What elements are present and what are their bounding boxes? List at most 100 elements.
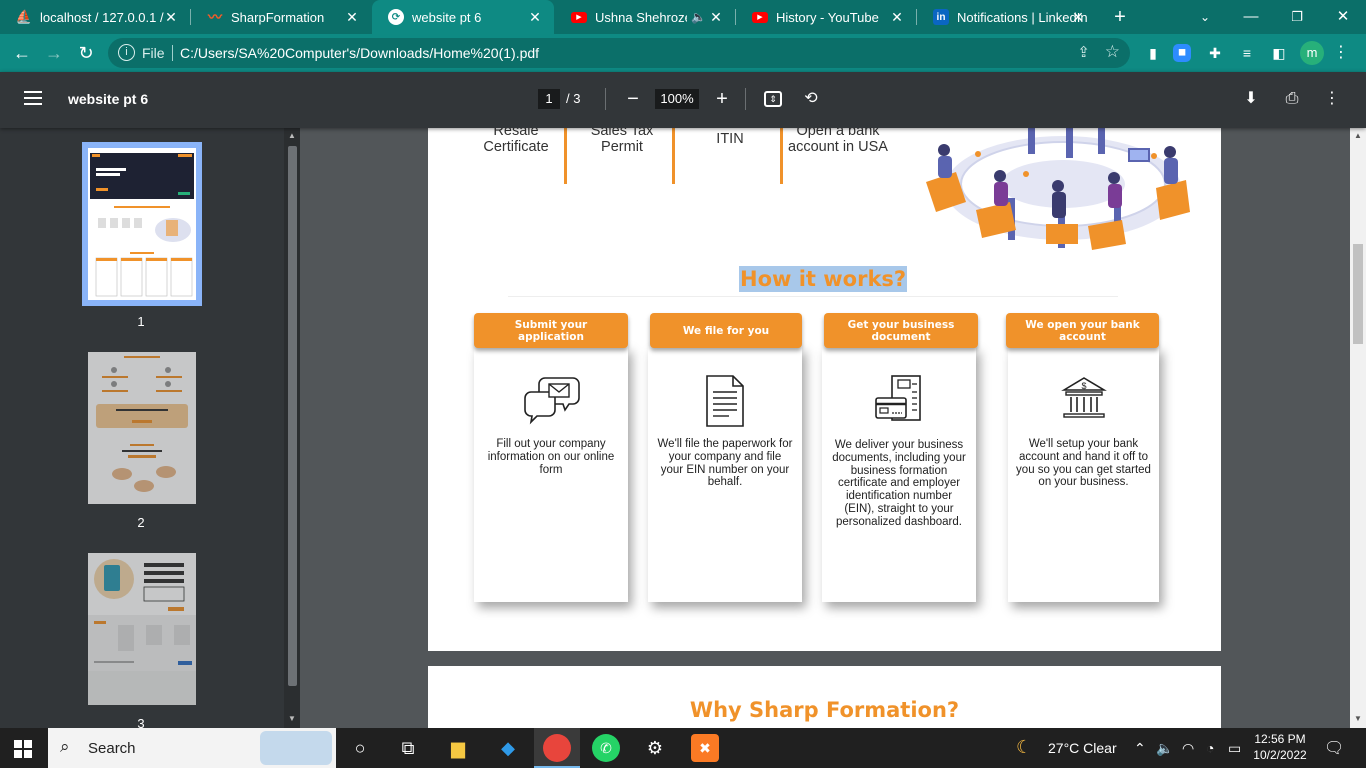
scroll-up-arrow-icon[interactable]: ▲ <box>1352 130 1364 142</box>
whatsapp-icon[interactable]: ✆ <box>592 734 620 762</box>
close-window-button[interactable]: ✕ <box>1320 0 1366 34</box>
clock-time: 12:56 PM <box>1254 732 1306 746</box>
clock-date: 10/2/2022 <box>1253 748 1307 762</box>
pdf-toolbar: website pt 6 1 / 3 − 100% + ⇕ ⟲ ⬇ ⎙ ⋮ <box>0 72 1366 128</box>
close-tab-icon[interactable]: ✕ <box>888 8 906 26</box>
scroll-down-arrow-icon[interactable]: ▼ <box>286 713 298 725</box>
restore-button[interactable]: ❐ <box>1274 0 1320 34</box>
scroll-up-arrow-icon[interactable]: ▲ <box>286 130 298 142</box>
xampp-icon[interactable]: ✖ <box>691 734 719 762</box>
address-bar[interactable]: i File C:/Users/SA%20Computer's/Download… <box>108 38 1130 68</box>
thumbnail-label: 2 <box>137 515 145 530</box>
document-scrollbar[interactable]: ▲ ▼ <box>1350 128 1366 728</box>
chrome-menu-icon[interactable]: ⋮ <box>1330 42 1352 64</box>
close-tab-icon[interactable]: ✕ <box>707 8 725 26</box>
chat-envelope-icon <box>474 374 628 430</box>
chrome-icon[interactable] <box>543 734 571 762</box>
sharpformation-icon: 〰 <box>208 9 222 25</box>
scroll-down-arrow-icon[interactable]: ▼ <box>1352 713 1364 725</box>
reading-list-icon[interactable]: ≡ <box>1236 42 1258 64</box>
back-button[interactable]: ← <box>8 39 36 67</box>
print-icon[interactable]: ⎙ <box>1281 88 1303 110</box>
browser-tab[interactable]: ⛵ localhost / 127.0.0.1 / ✕ <box>0 0 190 34</box>
weather-moon-icon[interactable]: ☾ <box>1016 737 1032 758</box>
volume-icon[interactable]: 🔈 <box>1156 740 1173 757</box>
thumbnail-preview <box>88 352 196 504</box>
close-tab-icon[interactable]: ✕ <box>343 8 361 26</box>
step-description: We'll file the paperwork for your compan… <box>657 438 793 489</box>
close-tab-icon[interactable]: ✕ <box>1069 8 1087 26</box>
url-text[interactable]: C:/Users/SA%20Computer's/Downloads/Home%… <box>180 45 539 61</box>
step-heading: Get your business document <box>824 313 978 348</box>
search-label: Search <box>88 740 136 757</box>
page-thumbnail-1[interactable] <box>82 142 202 306</box>
divider <box>508 296 1118 297</box>
extension-docs-icon[interactable]: ▮ <box>1142 42 1164 64</box>
more-actions-icon[interactable]: ⋮ <box>1321 88 1343 110</box>
bookmark-star-icon[interactable]: ☆ <box>1105 42 1120 62</box>
page-number-input[interactable]: 1 <box>538 89 560 109</box>
windows-start-icon[interactable] <box>14 740 32 758</box>
browser-tab[interactable]: 〰 SharpFormation ✕ <box>191 0 371 34</box>
zoom-extension-icon[interactable]: ◼ <box>1173 44 1191 62</box>
phpmyadmin-icon: ⛵ <box>15 9 33 24</box>
thumbnail-preview <box>88 148 196 300</box>
feature-divider <box>780 128 783 184</box>
vscode-icon[interactable]: ◆ <box>494 734 522 762</box>
system-clock[interactable]: 12:56 PM 10/2/2022 <box>1250 731 1310 763</box>
onedrive-icon[interactable]: ◔ <box>1206 740 1214 756</box>
zoom-level-input[interactable]: 100% <box>655 89 699 109</box>
side-panel-icon[interactable]: ◧ <box>1268 42 1290 64</box>
search-icon: ⌕ <box>60 737 70 756</box>
step-heading: Submit your application <box>474 313 628 348</box>
tray-overflow-icon[interactable]: ⌃ <box>1134 740 1146 757</box>
settings-gear-icon[interactable]: ⚙ <box>641 734 669 762</box>
browser-tab-active[interactable]: ⟳ website pt 6 ✕ <box>372 0 554 34</box>
thumbnail-preview <box>88 553 196 705</box>
svg-text:$: $ <box>1081 381 1086 391</box>
weather-text[interactable]: 27°C Clear <box>1048 740 1117 756</box>
reload-button[interactable]: ↻ <box>72 39 100 67</box>
sidebar-scrollbar-thumb[interactable] <box>288 146 297 686</box>
pdf-viewer[interactable]: Resale Certificate Sales Tax Permit ITIN… <box>300 128 1350 728</box>
taskbar-search-box[interactable]: ⌕ Search <box>48 728 336 768</box>
scheme-label: File <box>142 45 165 61</box>
document-scrollbar-thumb[interactable] <box>1353 244 1363 344</box>
rotate-icon[interactable]: ⟲ <box>800 88 822 110</box>
forward-button[interactable]: → <box>40 39 68 67</box>
cortana-icon[interactable]: ○ <box>346 734 374 762</box>
page-thumbnail-3[interactable] <box>88 553 196 705</box>
zoom-in-button[interactable]: + <box>711 87 733 111</box>
minimize-button[interactable]: — <box>1228 0 1274 34</box>
notifications-icon[interactable]: 🗨 <box>1324 738 1344 758</box>
page-total: / 3 <box>566 91 581 106</box>
thumbnail-label: 1 <box>137 314 145 329</box>
close-tab-icon[interactable]: ✕ <box>162 8 180 26</box>
feature-item: Resale Certificate <box>483 128 549 155</box>
new-tab-button[interactable]: + <box>1108 5 1132 29</box>
feature-item: Sales Tax Permit <box>590 128 654 155</box>
step-card: We deliver your business documents, incl… <box>822 346 976 602</box>
download-icon[interactable]: ⬇ <box>1240 88 1262 110</box>
browser-tab[interactable]: ▶ Ushna Shehroze 🔈 ✕ <box>555 0 735 34</box>
info-icon[interactable]: i <box>118 44 135 61</box>
page-thumbnail-2[interactable] <box>88 352 196 504</box>
tab-search-icon[interactable]: ⌄ <box>1182 0 1228 34</box>
zoom-out-button[interactable]: − <box>622 87 644 111</box>
share-icon[interactable]: ⇪ <box>1077 43 1090 61</box>
pdf-page-1: Resale Certificate Sales Tax Permit ITIN… <box>428 128 1221 651</box>
audio-playing-icon[interactable]: 🔈 <box>691 10 706 24</box>
wifi-icon[interactable]: ◠ <box>1182 740 1194 757</box>
task-view-icon[interactable]: ⧉ <box>394 734 422 762</box>
file-explorer-icon[interactable]: ▆ <box>444 734 472 762</box>
battery-icon[interactable]: ▭ <box>1228 740 1241 757</box>
close-tab-icon[interactable]: ✕ <box>526 8 544 26</box>
menu-icon[interactable] <box>24 91 42 105</box>
extensions-puzzle-icon[interactable]: ✚ <box>1204 42 1226 64</box>
fit-page-icon[interactable]: ⇕ <box>764 91 782 107</box>
step-description: We'll setup your bank account and hand i… <box>1016 438 1151 489</box>
bank-icon: $ <box>1008 374 1159 430</box>
profile-avatar[interactable]: m <box>1300 41 1324 65</box>
browser-tab[interactable]: in Notifications | LinkedIn ✕ <box>917 0 1097 34</box>
browser-tab[interactable]: ▶ History - YouTube ✕ <box>736 0 916 34</box>
